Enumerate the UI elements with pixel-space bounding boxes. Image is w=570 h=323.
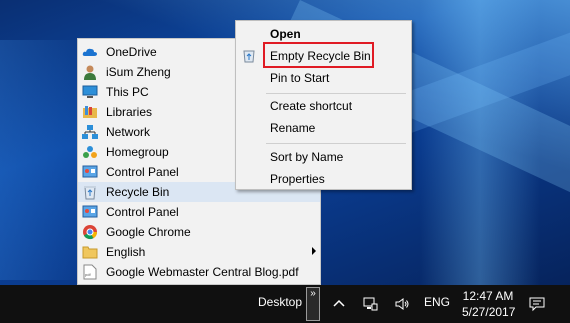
menu-item-label: OneDrive: [106, 45, 157, 59]
menu-item-label: This PC: [106, 85, 149, 99]
ctx-separator: [266, 93, 406, 94]
clock-date: 5/27/2017: [462, 305, 516, 319]
chevron-up-icon[interactable]: [330, 295, 348, 313]
menu-item-label: Network: [106, 125, 151, 139]
toolbar-expander-button[interactable]: »: [306, 287, 320, 321]
folder-icon: [82, 244, 98, 260]
control-panel-icon: [82, 204, 98, 220]
menu-item-label: Recycle Bin: [106, 185, 170, 199]
taskbar: Desktop » ENG 12:47 AM 5/27/2017: [0, 285, 570, 323]
control-panel-icon: [82, 164, 98, 180]
ctx-sort-by-name[interactable]: Sort by Name: [236, 146, 411, 168]
onedrive-icon: [82, 44, 98, 60]
menu-item-label: Libraries: [106, 105, 153, 119]
recycle-bin-icon: [242, 49, 256, 63]
network-icon[interactable]: [361, 295, 379, 313]
ctx-properties[interactable]: Properties: [236, 168, 411, 190]
menu-item-label: Homegroup: [106, 145, 169, 159]
ctx-separator: [266, 143, 406, 144]
submenu-arrow-icon: [312, 247, 316, 255]
user-icon: [82, 64, 98, 80]
menu-item-english[interactable]: English: [78, 242, 320, 262]
menu-item-control-panel-2[interactable]: Control Panel: [78, 202, 320, 222]
clock-time: 12:47 AM: [462, 289, 514, 303]
menu-item-label: Control Panel: [106, 205, 179, 219]
libraries-icon: [82, 104, 98, 120]
svg-text:pdf: pdf: [85, 272, 91, 277]
homegroup-icon: [82, 144, 98, 160]
menu-item-label: Control Panel: [106, 165, 179, 179]
language-indicator[interactable]: ENG: [424, 295, 450, 309]
menu-item-google-chrome[interactable]: Google Chrome: [78, 222, 320, 242]
network-icon: [82, 124, 98, 140]
highlight-box: [263, 42, 374, 68]
pdf-icon: pdf: [82, 264, 98, 280]
menu-item-pdf[interactable]: pdf Google Webmaster Central Blog.pdf: [78, 262, 320, 282]
chrome-icon: [82, 224, 98, 240]
menu-item-label: Google Chrome: [106, 225, 191, 239]
desktop-toolbar-label[interactable]: Desktop: [258, 295, 302, 309]
menu-item-label: iSum Zheng: [106, 65, 171, 79]
ctx-create-shortcut[interactable]: Create shortcut: [236, 95, 411, 117]
notification-center-icon[interactable]: [528, 295, 546, 313]
computer-icon: [82, 84, 98, 100]
wallpaper-light-beam: [420, 0, 540, 285]
speaker-icon[interactable]: [393, 295, 411, 313]
ctx-rename[interactable]: Rename: [236, 117, 411, 139]
ctx-pin-to-start[interactable]: Pin to Start: [236, 67, 411, 89]
menu-item-label: Google Webmaster Central Blog.pdf: [106, 265, 299, 279]
recycle-bin-icon: [82, 184, 98, 200]
clock[interactable]: 12:47 AM 5/27/2017: [462, 288, 516, 320]
menu-item-label: English: [106, 245, 146, 259]
